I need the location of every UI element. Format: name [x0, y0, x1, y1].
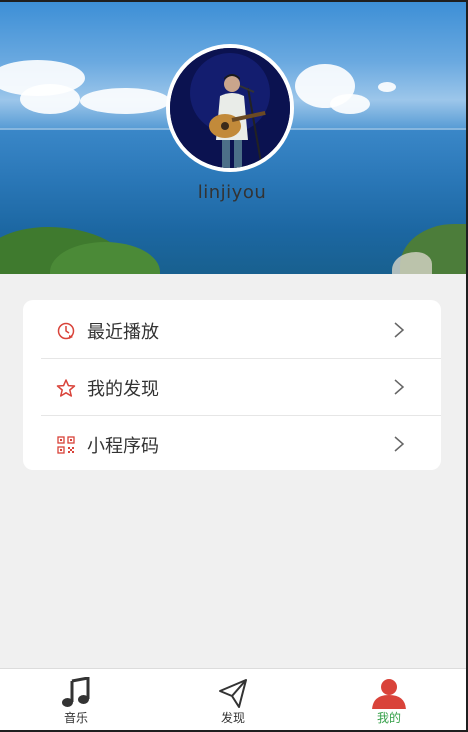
tab-music[interactable]: 音乐 — [16, 669, 136, 730]
tab-mine[interactable]: 我的 — [329, 669, 449, 730]
chevron-right-icon — [394, 322, 405, 338]
menu-item-label: 最近播放 — [87, 321, 159, 343]
tab-discover[interactable]: 发现 — [173, 669, 293, 730]
user-icon — [372, 679, 406, 709]
menu-item-mini-program-code[interactable]: 小程序码 — [41, 416, 441, 473]
qr-code-icon — [55, 434, 77, 456]
chevron-right-icon — [394, 436, 405, 452]
avatar[interactable] — [166, 44, 294, 172]
menu-card: 最近播放 我的发现 小程序码 — [23, 300, 441, 470]
menu-item-label: 我的发现 — [87, 378, 159, 400]
tab-label: 发现 — [220, 711, 245, 725]
chevron-right-icon — [394, 379, 405, 395]
menu-item-label: 小程序码 — [87, 435, 159, 457]
music-note-icon — [62, 677, 90, 707]
menu-item-my-discover[interactable]: 我的发现 — [41, 359, 441, 416]
menu-item-recent-play[interactable]: 最近播放 — [41, 302, 441, 359]
paper-plane-icon — [219, 679, 247, 708]
app-screen: linjiyou 最近播放 我的发现 小程序码 音乐 发现 我的 — [0, 2, 466, 730]
profile-header: linjiyou — [0, 2, 466, 274]
tab-label: 我的 — [376, 711, 401, 725]
cloud-decoration — [330, 94, 370, 114]
avatar-photo — [170, 48, 290, 168]
cloud-decoration — [80, 88, 170, 114]
cloud-decoration — [378, 82, 396, 92]
bottom-tab-bar: 音乐 发现 我的 — [0, 668, 466, 730]
username: linjiyou — [197, 182, 267, 203]
star-icon — [55, 377, 77, 399]
cloud-decoration — [20, 84, 80, 114]
tab-label: 音乐 — [63, 711, 88, 725]
recent-play-icon — [55, 320, 77, 342]
